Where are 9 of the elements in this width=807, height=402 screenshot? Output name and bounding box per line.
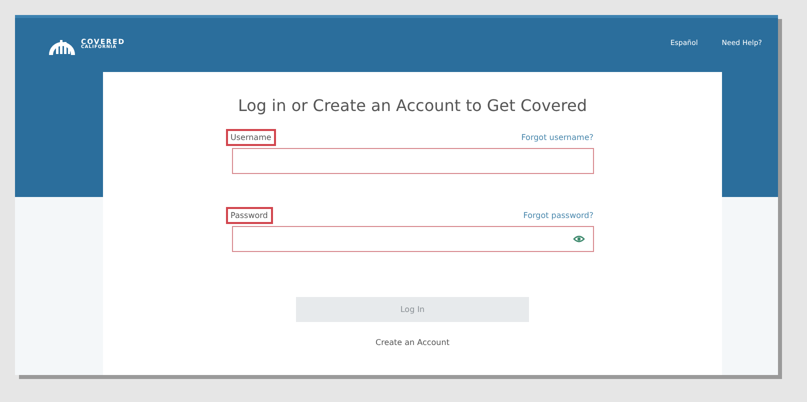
eye-icon[interactable]	[572, 235, 584, 243]
create-account-link[interactable]: Create an Account	[376, 338, 450, 347]
password-field[interactable]	[232, 226, 594, 252]
forgot-link[interactable]: Forgot username?	[521, 133, 594, 142]
field-label: Password	[226, 207, 273, 224]
username-field[interactable]	[232, 148, 594, 174]
page-title: Log in or Create an Account to Get Covered	[238, 96, 587, 115]
forgot-link[interactable]: Forgot password?	[523, 211, 594, 220]
field-label: Username	[226, 129, 276, 146]
